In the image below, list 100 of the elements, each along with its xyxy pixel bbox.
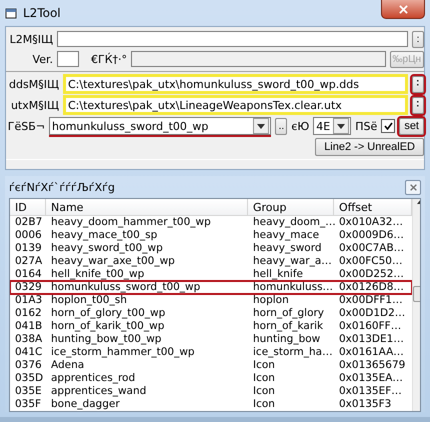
list-row[interactable]: 0376 Adena Icon 0x01365679 xyxy=(10,359,412,372)
table-cell-text: 0x0126D8… xyxy=(338,281,405,294)
table-cell-text: 0x0009D6… xyxy=(338,229,405,242)
list-row[interactable]: 035F bone_dagger Icon 0x0135F3 xyxy=(10,398,412,411)
table-cell-text: 0x00FC50… xyxy=(338,255,404,268)
list-row[interactable]: 041C ice_storm_hammer_t00_wp ice_storm_ha… 0x0161AA… xyxy=(10,346,412,359)
browse-button[interactable]: : xyxy=(412,30,424,48)
table-cell-text: 041C xyxy=(14,346,44,359)
table-cell-text: hoplon_t00_sh xyxy=(50,294,128,307)
table-cell-text: horn_of_karik xyxy=(252,320,324,333)
table-cell-text: ice_storm_hammer_t00_wp xyxy=(50,346,196,359)
field-label: єЮ xyxy=(291,120,310,132)
close-button[interactable] xyxy=(405,180,421,194)
table-cell-text: heavy_mace xyxy=(252,229,320,242)
table-cell-text: 01A3 xyxy=(14,294,44,307)
table-cell-text: 0x0135EA… xyxy=(338,372,404,385)
table-cell-text: 0x00C7AB… xyxy=(338,242,406,255)
browse-button[interactable]: .. xyxy=(275,118,288,134)
list-row[interactable]: 0139 heavy_sword_t00_wp heavy_sword 0x00C7AB… xyxy=(10,242,412,255)
table-cell-text: 035E xyxy=(14,385,43,398)
list-row[interactable]: 0006 heavy_mace_t00_sp heavy_mace 0x0009D6… xyxy=(10,229,412,242)
close-icon xyxy=(410,184,416,190)
list-row[interactable]: 01A3 hoplon_t00_sh hoplon 0x00DFF1… xyxy=(10,294,412,307)
table-cell-text: heavy_war_a… xyxy=(252,255,333,268)
path-field[interactable] xyxy=(57,31,408,47)
table-cell-text: Icon xyxy=(252,398,276,411)
set-button[interactable]: set xyxy=(399,118,424,134)
table-cell-text: 0x0135EF… xyxy=(338,385,403,398)
table-cell-text: Icon xyxy=(252,372,276,385)
table-cell-text: 0164 xyxy=(14,268,43,281)
table-cell-text: 0162 xyxy=(14,307,43,320)
version-field[interactable] xyxy=(57,51,79,67)
table-cell-text: horn_of_karik_t00_wp xyxy=(50,320,166,333)
app-icon xyxy=(5,7,18,19)
table-cell-text: heavy_sword_t00_wp xyxy=(50,242,164,255)
dropdown-arrow-icon xyxy=(337,124,346,128)
table-cell-text: ice_storm_ha… xyxy=(252,346,334,359)
list-row[interactable]: 035D apprentices_rod Icon 0x0135EA… xyxy=(10,372,412,385)
field-label: ddsM§IЩ xyxy=(8,78,59,90)
table-cell-text: heavy_war_axe_t00_wp xyxy=(50,255,176,268)
table-cell-text: Icon xyxy=(252,359,276,372)
field-label: L2M§IЩ xyxy=(8,32,53,46)
column-header[interactable]: Name xyxy=(46,199,248,216)
field-label: ПЅё xyxy=(355,120,378,132)
field-label: utxM§IЩ xyxy=(10,98,59,112)
table-cell-text: 0x00DFF1… xyxy=(338,294,404,307)
table-cell-text: 035D xyxy=(14,372,44,385)
list-row[interactable]: 035E apprentices_wand Icon 0x0135EF… xyxy=(10,385,412,398)
column-header[interactable]: Group xyxy=(248,199,334,216)
column-header[interactable]: Offset xyxy=(334,199,412,216)
table-cell-text: 0x0135F3 xyxy=(338,398,392,411)
table-cell-text: horn_of_glory_t00_wp xyxy=(50,307,166,320)
list-row[interactable]: 0162 horn_of_glory_t00_wp horn_of_glory 0x00D1D2… xyxy=(10,307,412,320)
table-cell-text: hunting_bow xyxy=(252,333,322,346)
list-row[interactable]: 02B7 heavy_doom_hammer_t00_wp heavy_doom_… 0x010A32… xyxy=(10,216,412,229)
table-cell-text: 0x0161AA… xyxy=(338,346,405,359)
field-label: ГёЅБ¬ xyxy=(7,120,45,132)
check-icon xyxy=(384,122,393,130)
field-label: Ver. xyxy=(32,52,53,66)
table-cell-text: 041B xyxy=(14,320,44,333)
table-cell-text: horn_of_glory xyxy=(252,307,326,320)
path-field[interactable]: C:\textures\pak_utx\homunkuluss_sword_t00_wp.dds xyxy=(63,74,408,94)
table-cell-text: homunkuluss… xyxy=(252,281,334,294)
table-cell-text: hell_knife_t00_wp xyxy=(50,268,146,281)
table-cell-text: 0376 xyxy=(14,359,43,372)
table-cell-text: 0x013DE1… xyxy=(338,333,405,346)
browse-button[interactable] xyxy=(412,76,424,92)
field-label: €ГЌ†·° xyxy=(90,52,127,66)
close-icon xyxy=(398,4,408,14)
table-cell-text: Icon xyxy=(252,385,276,398)
table-cell-text: apprentices_wand xyxy=(50,385,148,398)
table-cell-text: 0x00D1D2… xyxy=(338,307,406,320)
texture-combo[interactable]: homunkuluss_sword_t00_wp xyxy=(49,117,272,135)
table-cell-text: 0x010A32… xyxy=(338,216,404,229)
list-row[interactable]: 041B horn_of_karik_t00_wp horn_of_karik 0x0160FF… xyxy=(10,320,412,333)
alpha-checkbox[interactable] xyxy=(381,119,396,133)
table-cell-text: hunting_bow_t00_wp xyxy=(50,333,162,346)
list-row[interactable]: 038A hunting_bow_t00_wp hunting_bow 0x013DE1… xyxy=(10,333,412,346)
close-button[interactable] xyxy=(381,0,425,19)
table-cell-text: 035F xyxy=(14,398,42,411)
table-cell-text: 02B7 xyxy=(14,216,44,229)
window-title: L2Tool xyxy=(23,6,61,20)
table-cell-text: 0x00D252… xyxy=(338,268,405,281)
table-cell-text: heavy_mace_t00_sp xyxy=(50,229,158,242)
list-row[interactable]: 027A heavy_war_axe_t00_wp heavy_war_a… 0x00FC50… xyxy=(10,255,412,268)
column-header[interactable]: ID xyxy=(10,199,46,216)
table-cell-text: 0x0160FF… xyxy=(338,320,402,333)
table-cell-text: 0139 xyxy=(14,242,43,255)
convert-button[interactable]: Line2 -> UnrealED xyxy=(315,138,424,156)
table-cell-text: hoplon xyxy=(252,294,290,307)
table-cell-text: heavy_doom_… xyxy=(252,216,334,229)
browse-button[interactable] xyxy=(412,96,424,114)
path-field[interactable]: C:\textures\pak_utx\LineageWeaponsTex.clear.utx xyxy=(63,95,408,115)
table-cell-text: 027A xyxy=(14,255,44,268)
table-cell-text: hell_knife xyxy=(252,268,304,281)
list-row[interactable]: 0329 homunkuluss_sword_t00_wp homunkuluss… 0x0126D8… xyxy=(10,281,412,294)
list-row[interactable]: 0164 hell_knife_t00_wp hell_knife 0x00D252… xyxy=(10,268,412,281)
format-combo[interactable]: 4E xyxy=(313,117,352,135)
table-cell-text: 0006 xyxy=(14,229,43,242)
table-cell-text: bone_dagger xyxy=(50,398,121,411)
